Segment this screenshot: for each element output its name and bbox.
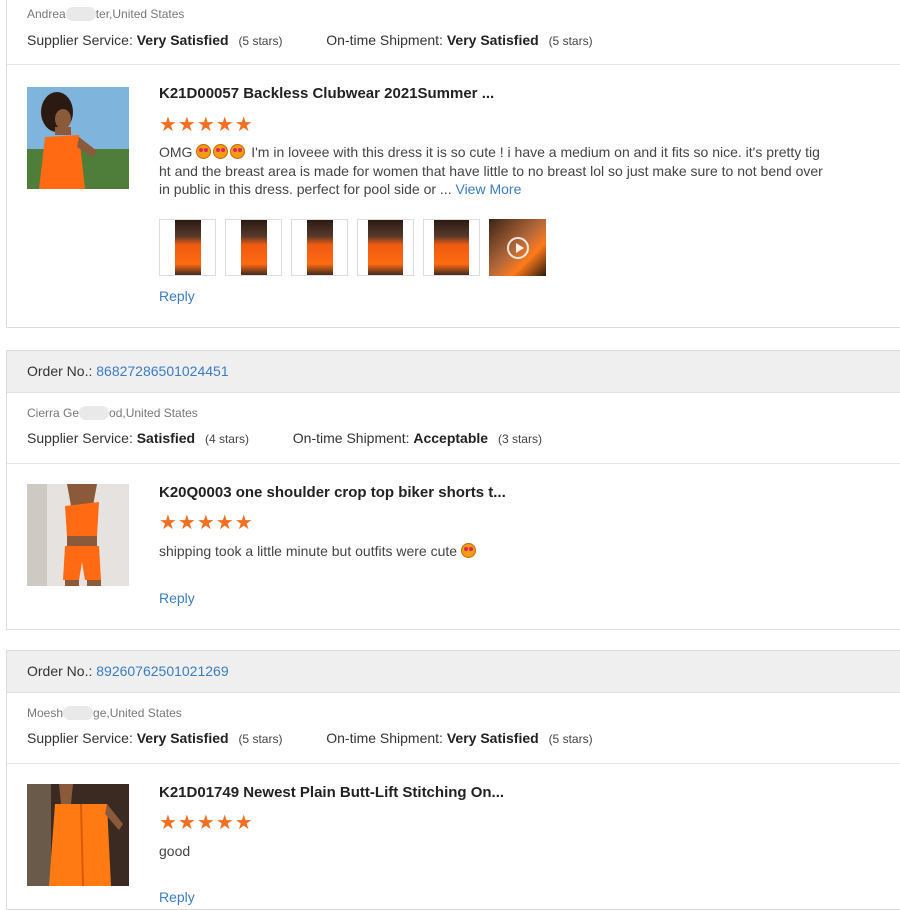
supplier-service-label: Supplier Service: — [27, 430, 133, 446]
heart-eyes-emoji-icon — [213, 144, 229, 159]
redaction-blur — [63, 706, 94, 720]
buyer-name-suffix: ter,United States — [95, 7, 185, 21]
review-video[interactable] — [489, 219, 546, 276]
review-text: shipping took a little minute but outfit… — [159, 542, 823, 561]
divider — [7, 763, 900, 764]
supplier-service-label: Supplier Service: — [27, 730, 133, 746]
supplier-service-value: Satisfied — [136, 430, 196, 446]
heart-eyes-emoji-icon — [196, 144, 212, 159]
order-number-label: Order No.: — [27, 663, 93, 679]
review-photo[interactable] — [291, 219, 348, 276]
review-text: OMG I'm in loveee with this dress it is … — [159, 143, 823, 199]
order-number-bar: Order No.: 89260762501021269 — [7, 651, 900, 693]
reply-link[interactable]: Reply — [159, 590, 195, 606]
shipment-stars: (3 stars) — [497, 432, 542, 446]
shipment-label: On-time Shipment: — [326, 730, 443, 746]
order-number-label: Order No.: — [27, 363, 93, 379]
review-photo[interactable] — [423, 219, 480, 276]
buyer-name-prefix: Moesh — [27, 706, 64, 720]
supplier-service-value: Very Satisfied — [136, 32, 229, 48]
review-card-2: Order No.: 86827286501024451 Cierra Ge od… — [6, 350, 900, 630]
seller-ratings: Supplier Service: Very Satisfied (5 star… — [7, 32, 593, 48]
product-image[interactable] — [27, 784, 129, 886]
review-photo[interactable] — [357, 219, 414, 276]
supplier-service-stars: (5 stars) — [238, 732, 283, 746]
supplier-service-stars: (5 stars) — [238, 34, 283, 48]
buyer-name-suffix: ge,United States — [93, 706, 182, 720]
shipment-value: Acceptable — [413, 430, 489, 446]
order-number-link[interactable]: 89260762501021269 — [96, 663, 228, 679]
buyer-name: Moesh ge,United States — [7, 706, 182, 720]
review-photo-gallery — [159, 219, 546, 276]
buyer-name-suffix: od,United States — [109, 406, 198, 420]
order-number-bar: Order No.: 86827286501024451 — [7, 351, 900, 393]
review-photo[interactable] — [225, 219, 282, 276]
rating-stars: ★★★★★ — [159, 512, 254, 534]
product-image[interactable] — [27, 87, 129, 189]
divider — [7, 463, 900, 464]
supplier-service-stars: (4 stars) — [204, 432, 249, 446]
order-number-link[interactable]: 86827286501024451 — [96, 363, 228, 379]
supplier-service-value: Very Satisfied — [136, 730, 229, 746]
review-text: good — [159, 843, 191, 859]
review-text-start: OMG — [159, 144, 193, 160]
product-title[interactable]: K21D01749 Newest Plain Butt-Lift Stitchi… — [159, 784, 504, 801]
shipment-label: On-time Shipment: — [326, 32, 443, 48]
supplier-service-label: Supplier Service: — [27, 32, 133, 48]
rating-stars: ★★★★★ — [159, 812, 254, 834]
review-card-1: Andrea ter,United States Supplier Service… — [6, 0, 900, 328]
shipment-value: Very Satisfied — [446, 32, 539, 48]
buyer-name-prefix: Andrea — [27, 7, 66, 21]
seller-ratings: Supplier Service: Very Satisfied (5 star… — [7, 730, 593, 746]
buyer-name-prefix: Cierra Ge — [27, 406, 80, 420]
buyer-name: Andrea ter,United States — [7, 7, 184, 21]
buyer-name: Cierra Ge od,United States — [7, 406, 198, 420]
view-more-link[interactable]: View More — [455, 181, 521, 197]
heart-eyes-emoji-icon — [230, 144, 246, 159]
divider — [7, 64, 900, 65]
review-text-body: shipping took a little minute but outfit… — [159, 543, 461, 559]
review-card-3: Order No.: 89260762501021269 Moesh ge,Uni… — [6, 650, 900, 910]
product-image[interactable] — [27, 484, 129, 586]
seller-ratings: Supplier Service: Satisfied (4 stars) On… — [7, 430, 542, 446]
redaction-blur — [79, 406, 110, 420]
reply-link[interactable]: Reply — [159, 889, 195, 905]
shipment-label: On-time Shipment: — [292, 430, 410, 446]
shipment-stars: (5 stars) — [548, 34, 593, 48]
heart-eyes-emoji-icon — [460, 543, 476, 558]
product-title[interactable]: K20Q0003 one shoulder crop top biker sho… — [159, 484, 506, 501]
shipment-stars: (5 stars) — [548, 732, 593, 746]
reply-link[interactable]: Reply — [159, 288, 195, 304]
play-icon — [506, 236, 529, 259]
product-title[interactable]: K21D00057 Backless Clubwear 2021Summer .… — [159, 85, 494, 102]
redaction-blur — [65, 7, 96, 21]
shipment-value: Very Satisfied — [446, 730, 539, 746]
review-photo[interactable] — [159, 219, 216, 276]
rating-stars: ★★★★★ — [159, 114, 254, 136]
